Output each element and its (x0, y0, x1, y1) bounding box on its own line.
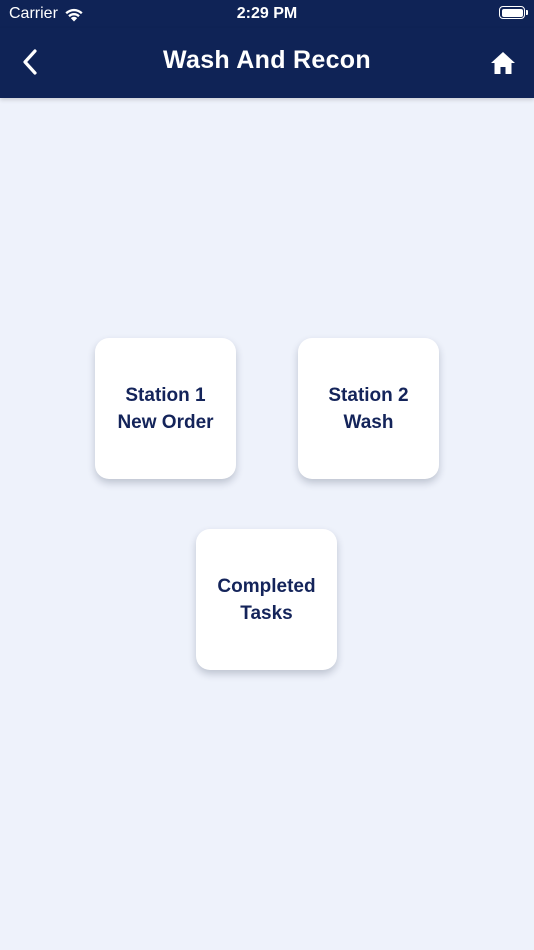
tile-label-line1: Completed (217, 575, 316, 597)
station-1-new-order-tile[interactable]: Station 1 New Order (95, 338, 236, 479)
page-title: Wash And Recon (163, 46, 371, 74)
battery-icon (499, 6, 528, 19)
completed-tasks-tile[interactable]: Completed Tasks (196, 529, 337, 670)
tile-label-line2: New Order (117, 411, 214, 433)
tile-label-line2: Wash (343, 411, 394, 433)
tile-label-line1: Station 2 (328, 384, 409, 406)
station-2-wash-tile[interactable]: Station 2 Wash (298, 338, 439, 479)
status-bar: Carrier 2:29 PM (0, 0, 534, 28)
tile-label-line1: Station 1 (125, 384, 206, 406)
status-time: 2:29 PM (236, 5, 298, 22)
home-button[interactable] (486, 46, 520, 80)
tile-label-line2: Tasks (240, 602, 293, 624)
navigation-bar: Wash And Recon (0, 28, 534, 98)
home-icon (491, 52, 515, 74)
